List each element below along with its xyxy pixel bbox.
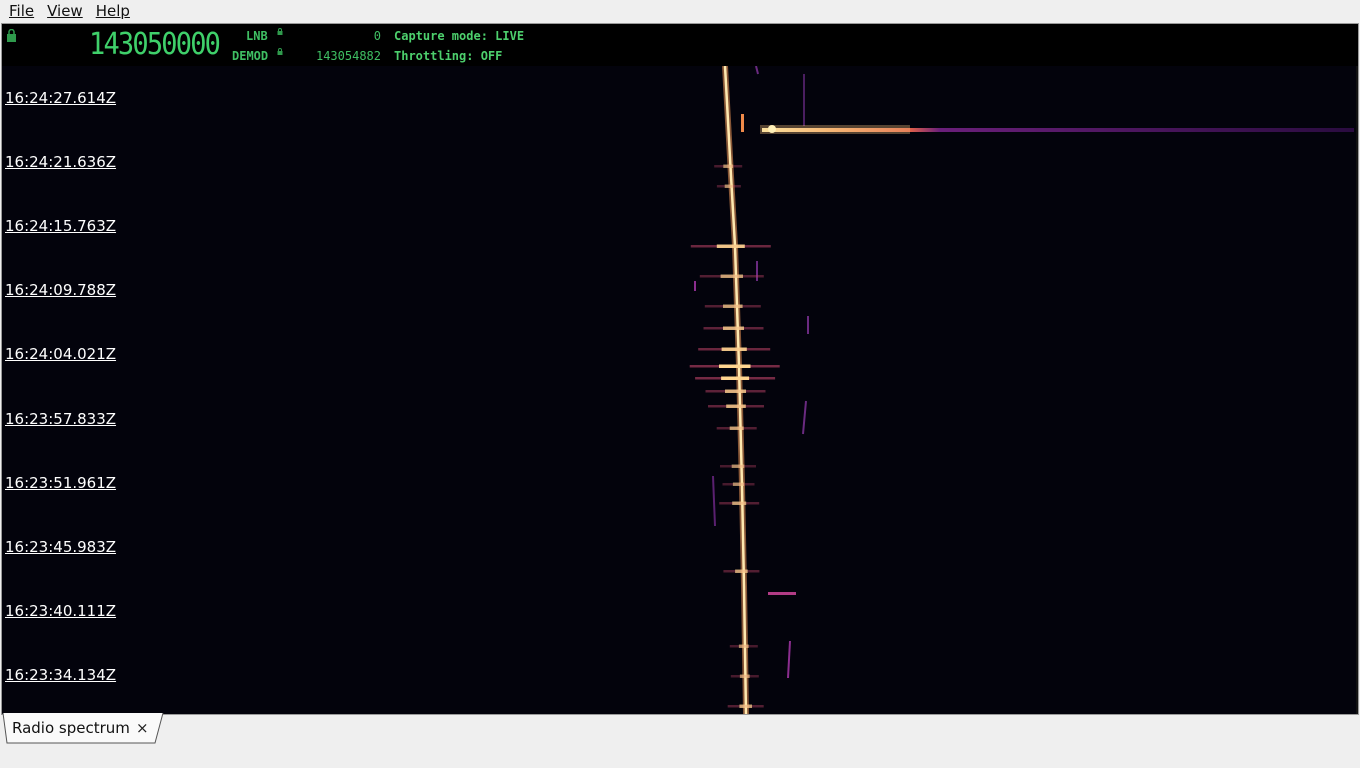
timestamp-label: 16:24:21.636Z [5,153,117,172]
burst-core [723,326,744,330]
timestamp-label: 16:24:04.021Z [5,345,117,364]
menu-file[interactable]: File [5,2,38,20]
timestamp-label: 16:23:57.833Z [5,409,117,428]
horizontal-spur-glow [760,125,910,134]
close-icon[interactable]: × [136,719,149,737]
menu-view[interactable]: View [43,2,87,20]
burst-core [731,464,745,468]
menubar: File View Help [0,0,1360,22]
spectrum-panel: 143050000 LNB 0 DEMOD 143054882 Capture … [1,23,1359,715]
spur-hotspot [768,125,776,133]
burst-core [719,364,751,368]
burst-core [723,164,734,168]
scroll-edge[interactable] [1356,66,1358,714]
burst-core [732,482,745,486]
lock-icon[interactable] [6,29,17,42]
burst-core [738,644,749,648]
timestamp-label: 16:23:45.983Z [5,537,117,556]
timestamp-label: 16:23:40.111Z [5,601,117,620]
throttling-status: Throttling: OFF [394,49,503,63]
tab-label: Radio spectrum [12,719,130,737]
burst-core [735,569,748,573]
demod-lock-icon[interactable] [277,48,283,55]
timestamp-label: 16:24:27.614Z [5,89,117,107]
demod-label: DEMOD [232,49,269,63]
demod-value[interactable]: 143054882 [302,49,381,63]
lnb-lock-icon[interactable] [277,28,283,35]
tab-bar: Radio spectrum × [0,713,1360,768]
menu-help[interactable]: Help [92,2,134,20]
spur-stem [741,114,744,132]
lnb-value[interactable]: 0 [302,29,381,43]
tab-radio-spectrum[interactable]: Radio spectrum × [2,713,164,744]
receiver-header: 143050000 LNB 0 DEMOD 143054882 Capture … [2,24,1358,66]
burst-core [739,674,750,678]
capture-mode-status: Capture mode: LIVE [394,29,525,43]
burst-core [716,244,745,248]
timestamp-label: 16:24:15.763Z [5,217,117,236]
burst-core [721,376,750,380]
burst-core [732,501,747,505]
burst-core [723,304,743,308]
burst-core [739,704,752,708]
burst-core [720,274,743,278]
burst-core [721,347,747,351]
main-frequency-display[interactable]: 143050000 [89,28,221,62]
timestamp-label: 16:23:34.134Z [5,665,117,684]
burst-core [729,426,744,430]
timestamp-label: 16:23:51.961Z [5,473,117,492]
waterfall-display[interactable] [2,66,1358,714]
timestamp-label: 16:24:09.788Z [5,281,117,300]
burst-core [724,184,734,188]
burst-core [726,404,746,408]
side-spot [768,592,796,595]
lnb-label: LNB [246,29,268,43]
burst-core [725,389,746,393]
